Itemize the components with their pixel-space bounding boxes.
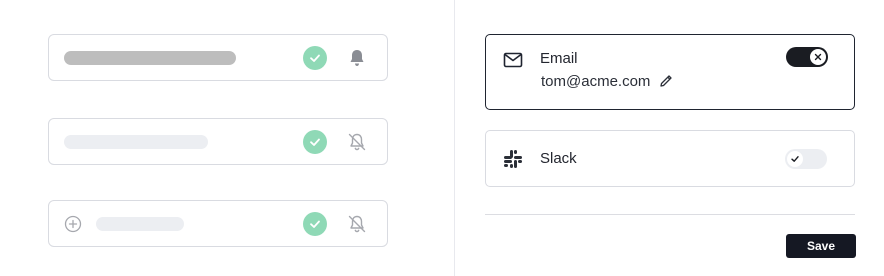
- channel-email[interactable]: Email tom@acme.com: [485, 34, 855, 110]
- channel-slack[interactable]: Slack: [485, 130, 855, 187]
- text-placeholder-bar: [64, 135, 208, 149]
- bell-off-icon: [348, 215, 366, 233]
- settings-pane: Email tom@acme.com Slack Save: [455, 0, 884, 276]
- check-icon: [303, 46, 327, 70]
- email-value: tom@acme.com: [541, 73, 651, 90]
- slack-toggle[interactable]: [785, 149, 827, 169]
- check-icon: [303, 212, 327, 236]
- channel-label: Email: [540, 50, 578, 67]
- bell-filled-icon: [350, 50, 364, 66]
- section-divider: [485, 214, 855, 215]
- preview-card: [48, 118, 388, 165]
- plus-circle-icon: [64, 215, 82, 233]
- check-icon: [303, 130, 327, 154]
- email-toggle[interactable]: [786, 47, 828, 67]
- bell-off-icon: [348, 133, 366, 151]
- text-placeholder-bar: [96, 217, 184, 231]
- text-placeholder-bar: [64, 51, 236, 65]
- save-button[interactable]: Save: [786, 234, 856, 258]
- mail-icon: [503, 52, 523, 68]
- toggle-knob: [787, 151, 803, 167]
- channel-label: Slack: [540, 150, 577, 167]
- toggle-knob: [810, 49, 826, 65]
- preview-card: [48, 34, 388, 81]
- slack-icon: [504, 150, 522, 168]
- preview-pane: [0, 0, 454, 276]
- preview-card: [48, 200, 388, 247]
- pencil-icon[interactable]: [658, 73, 674, 89]
